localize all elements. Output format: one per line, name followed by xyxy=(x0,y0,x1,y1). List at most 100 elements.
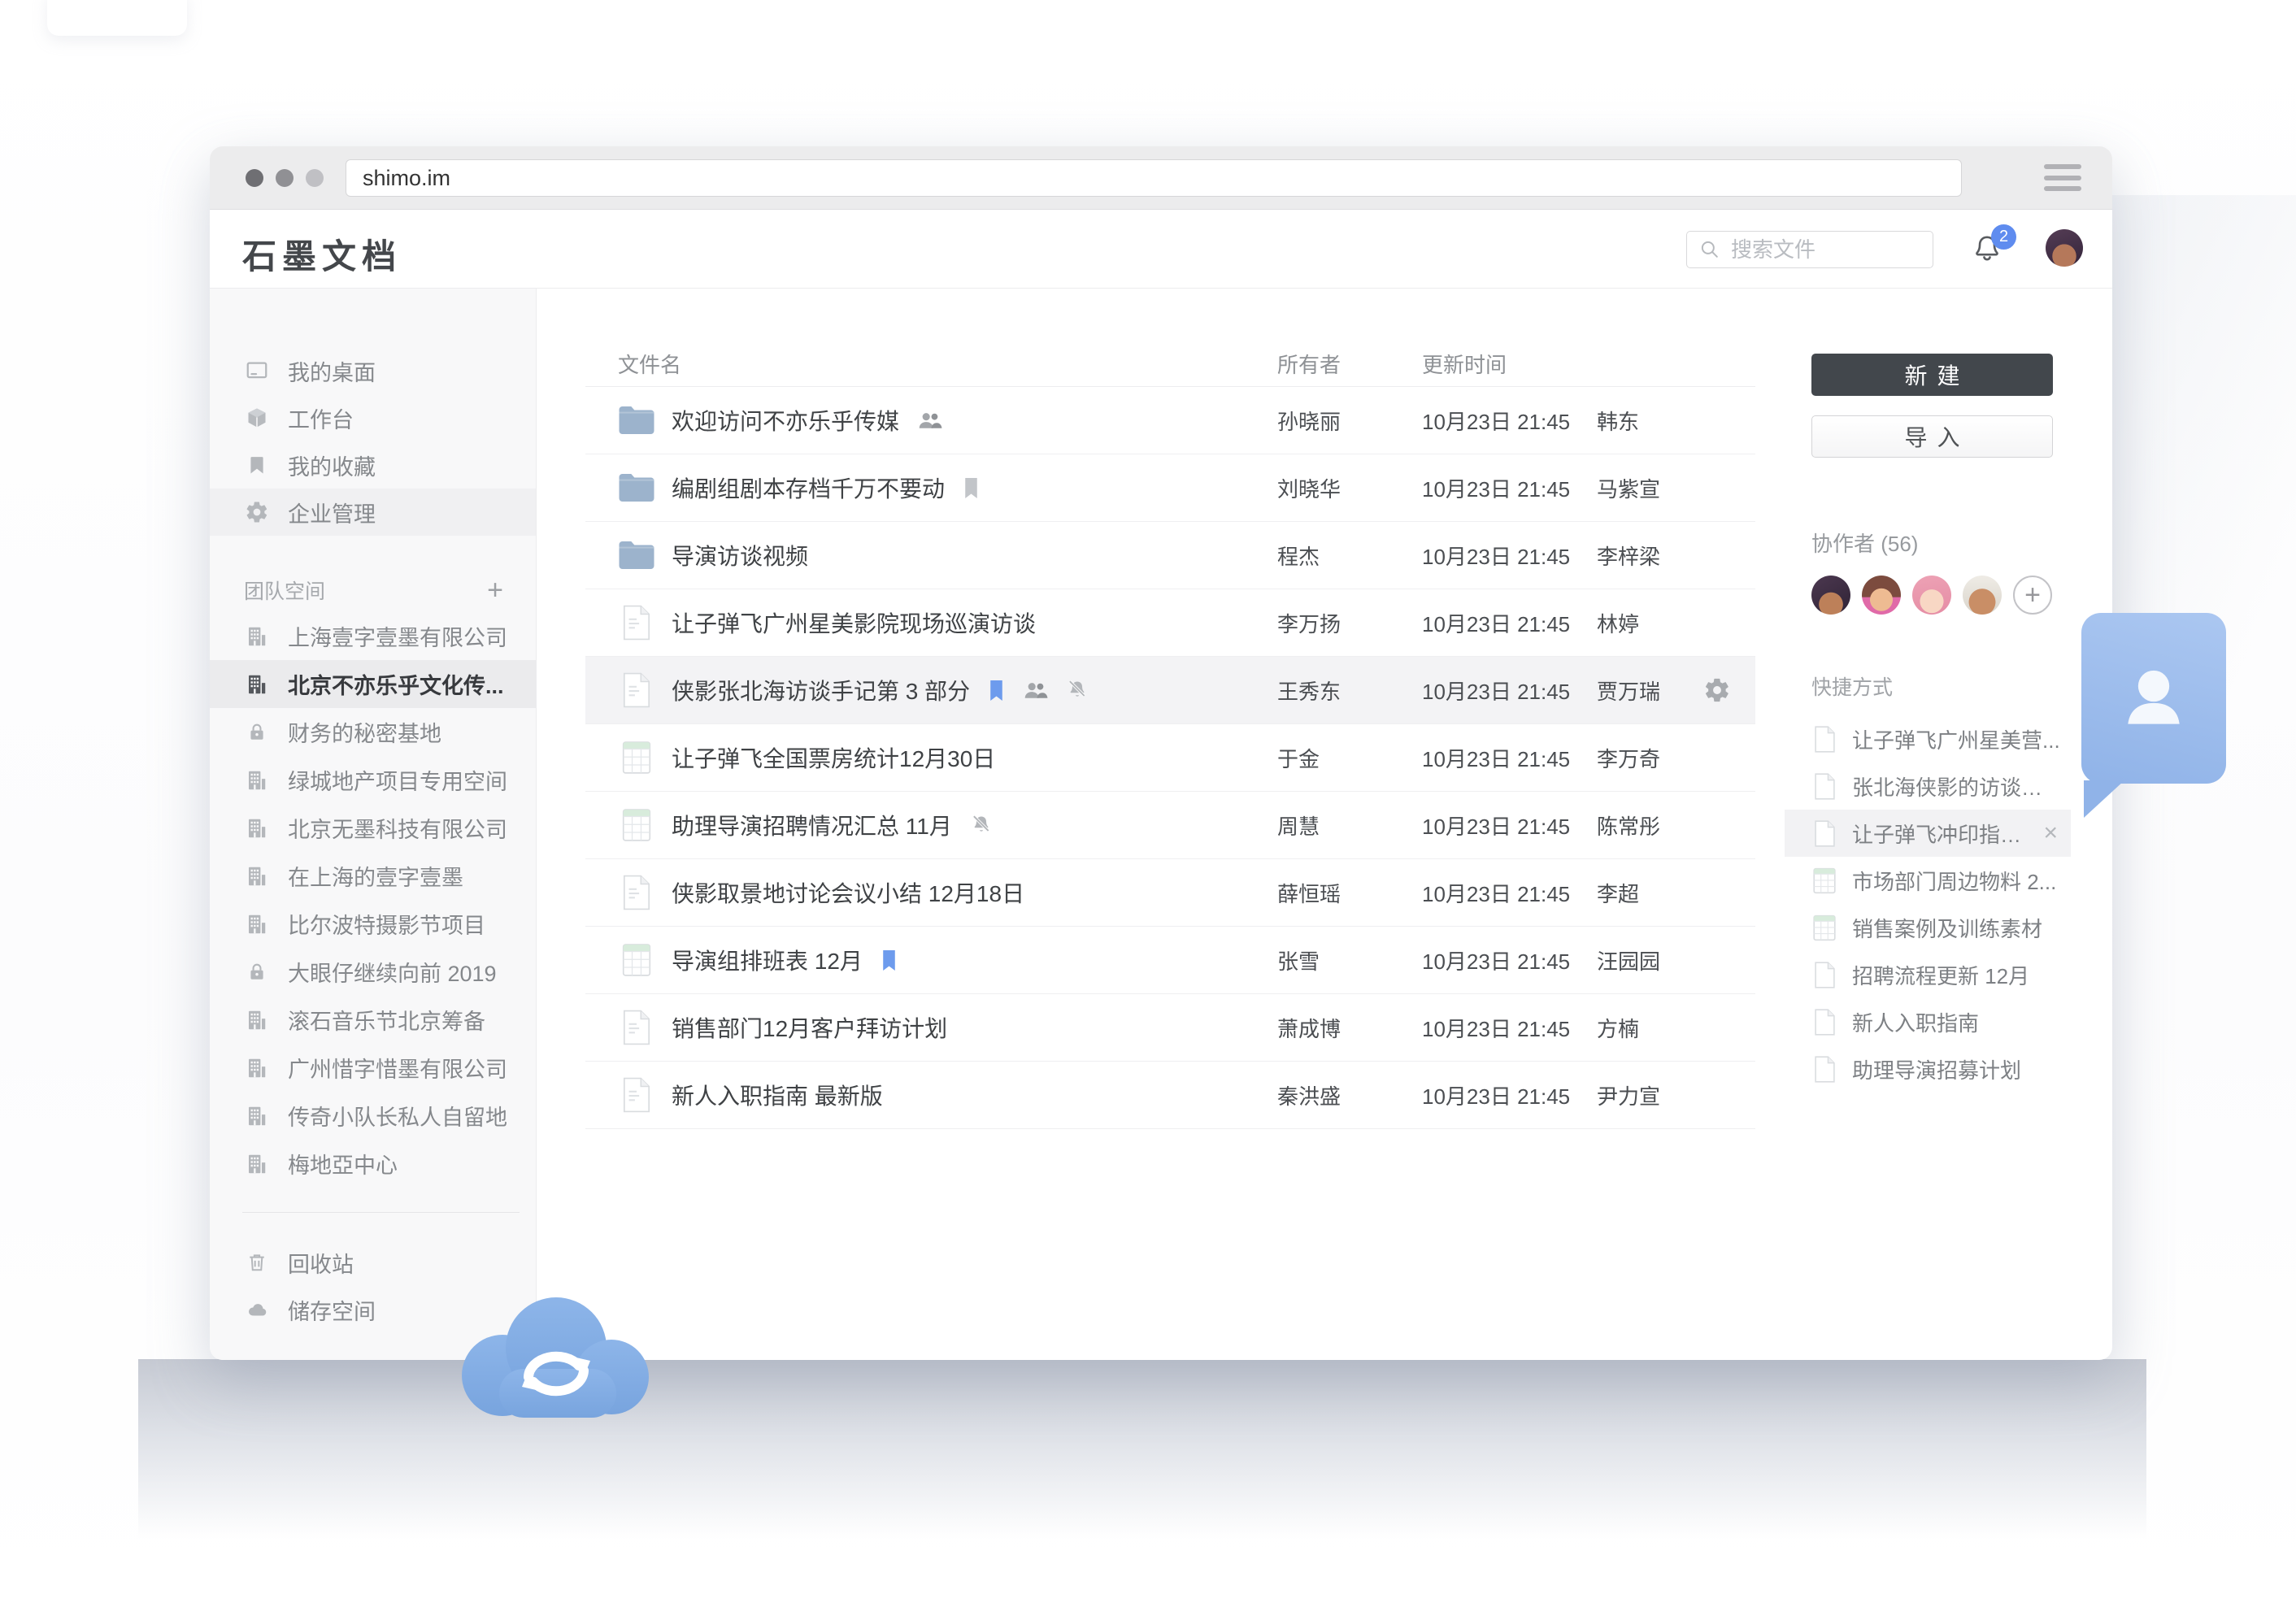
sidebar-team-item[interactable]: 比尔波特摄影节项目 xyxy=(210,900,536,948)
search-icon xyxy=(1698,238,1721,261)
import-button[interactable]: 导入 xyxy=(1811,415,2053,458)
file-name-cell: 让子弹飞广州星美影院现场巡演访谈 xyxy=(618,605,1277,641)
add-collaborator-button[interactable]: + xyxy=(2013,576,2052,615)
file-name-cell: 欢迎访问不亦乐乎传媒 xyxy=(618,402,1277,438)
sidebar-team-item[interactable]: 大眼仔继续向前 2019 xyxy=(210,948,536,996)
window-body: 我的桌面 工作台 我的收藏 企业管理 团队 xyxy=(210,289,2112,1360)
url-bar[interactable]: shimo.im xyxy=(346,159,1962,197)
file-row[interactable]: 导演组排班表 12月 xyxy=(585,927,1755,994)
search-input[interactable] xyxy=(1729,237,1933,263)
file-updated-time: 10月23日 21:45 xyxy=(1422,810,1597,841)
shortcut-item[interactable]: 招聘流程更新 12月 × xyxy=(1785,951,2071,998)
bookmark-gray-icon xyxy=(963,477,980,499)
file-row[interactable]: 让子弹飞全国票房统计12月30日 xyxy=(585,724,1755,792)
file-updated-time: 10月23日 21:45 xyxy=(1422,541,1597,571)
shortcut-item[interactable]: 助理导演招募计划 × xyxy=(1785,1045,2071,1093)
feedback-bubble[interactable] xyxy=(2081,613,2226,784)
close-icon[interactable]: × xyxy=(2043,819,2058,847)
sidebar-team-item[interactable]: 滚石音乐节北京筹备 xyxy=(210,996,536,1044)
file-editor: 韩东 xyxy=(1597,406,1723,436)
file-type-icon xyxy=(618,1010,655,1045)
file-row[interactable]: 侠影取景地讨论会议小结 12月18日 xyxy=(585,859,1755,927)
file-updated-time: 10月23日 21:45 xyxy=(1422,1080,1597,1110)
collaborator-avatar[interactable] xyxy=(1912,576,1951,615)
window-close-button[interactable] xyxy=(246,169,263,187)
sidebar-team-item[interactable]: 绿城地产项目专用空间 xyxy=(210,756,536,804)
sidebar-team-item[interactable]: 北京无墨科技有限公司 xyxy=(210,804,536,852)
file-editor: 陈常彤 xyxy=(1597,810,1723,841)
file-name-cell: 侠影取景地讨论会议小结 12月18日 xyxy=(618,875,1277,910)
folder-icon xyxy=(618,472,655,503)
shortcut-item[interactable]: 新人入职指南 × xyxy=(1785,998,2071,1045)
team-item-label: 财务的秘密基地 xyxy=(288,716,441,748)
building-icon xyxy=(244,767,270,793)
file-list: 文件名 所有者 更新时间 欢迎访问不亦乐乎传媒 xyxy=(585,341,1755,1129)
notifications-button[interactable]: 2 xyxy=(1969,231,2005,270)
building-icon xyxy=(244,863,270,889)
file-row[interactable]: 编剧组剧本存档千万不要动 xyxy=(585,454,1755,522)
collaborative-people-icon xyxy=(1023,680,1048,701)
new-button[interactable]: 新建 xyxy=(1811,354,2053,396)
sidebar-item-my-desktop[interactable]: 我的桌面 xyxy=(210,347,536,394)
file-name: 让子弹飞全国票房统计12月30日 xyxy=(672,741,995,774)
window-zoom-button[interactable] xyxy=(306,169,324,187)
file-row[interactable]: 新人入职指南 最新版 xyxy=(585,1062,1755,1129)
sync-cloud-button[interactable] xyxy=(441,1278,672,1437)
team-space-list: 上海壹字壹墨有限公司 xyxy=(210,612,536,1188)
building-icon xyxy=(244,1007,270,1033)
sidebar-divider xyxy=(242,1212,520,1213)
row-settings-gear-icon[interactable] xyxy=(1703,676,1731,704)
shortcut-item[interactable]: 销售案例及训练素材 × xyxy=(1785,904,2071,951)
collaborator-avatar[interactable] xyxy=(1963,576,2002,615)
file-editor: 李超 xyxy=(1597,878,1723,908)
collaborator-avatar[interactable] xyxy=(1811,576,1850,615)
sidebar-item-enterprise-admin[interactable]: 企业管理 xyxy=(210,489,536,536)
file-editor: 李梓梁 xyxy=(1597,541,1723,571)
shortcut-item[interactable]: 张北海侠影的访谈纪要 × xyxy=(1785,762,2071,810)
file-row[interactable]: 侠影张北海访谈手记第 3 部分 xyxy=(585,657,1755,724)
sidebar-item-favorites[interactable]: 我的收藏 xyxy=(210,441,536,489)
sidebar-team-item[interactable]: 财务的秘密基地 xyxy=(210,708,536,756)
file-type-icon xyxy=(618,402,655,438)
file-owner: 于金 xyxy=(1277,743,1422,773)
file-row[interactable]: 让子弹飞广州星美影院现场巡演访谈 xyxy=(585,589,1755,657)
sidebar-item-workbench[interactable]: 工作台 xyxy=(210,394,536,441)
sidebar-team-item[interactable]: 广州惜字惜墨有限公司 xyxy=(210,1044,536,1092)
add-team-space-icon[interactable]: + xyxy=(487,576,503,604)
file-row[interactable]: 欢迎访问不亦乐乎传媒 xyxy=(585,387,1755,454)
app-header: 石墨文档 2 xyxy=(210,210,2112,289)
folder-icon xyxy=(618,405,655,436)
file-owner: 周慧 xyxy=(1277,810,1422,841)
bookmark-blue-icon xyxy=(988,680,1005,702)
building-icon xyxy=(244,815,270,841)
app-logo: 石墨文档 xyxy=(242,229,402,279)
shortcut-item[interactable]: 让子弹飞冲印指南第... × xyxy=(1785,810,2071,857)
file-row[interactable]: 销售部门12月客户拜访计划 xyxy=(585,994,1755,1062)
sidebar-team-item[interactable]: 北京不亦乐乎文化传... xyxy=(210,660,536,708)
sidebar-team-item[interactable]: 在上海的壹字壹墨 xyxy=(210,852,536,900)
window-minimize-button[interactable] xyxy=(276,169,294,187)
sidebar-team-item[interactable]: 传奇小队长私人自留地 xyxy=(210,1092,536,1140)
shortcut-item[interactable]: 市场部门周边物料 2... × xyxy=(1785,857,2071,904)
search-box[interactable] xyxy=(1686,231,1933,268)
file-name-cell: 让子弹飞全国票房统计12月30日 xyxy=(618,740,1277,775)
team-item-label: 传奇小队长私人自留地 xyxy=(288,1100,507,1132)
file-editor: 马紫宣 xyxy=(1597,473,1723,503)
team-item-label: 广州惜字惜墨有限公司 xyxy=(288,1052,507,1084)
file-row[interactable]: 导演访谈视频 xyxy=(585,522,1755,589)
shortcut-item[interactable]: 让子弹飞广州星美营... × xyxy=(1785,715,2071,762)
doc-icon xyxy=(622,1077,651,1113)
sheet-icon xyxy=(622,943,651,977)
sidebar-team-item[interactable]: 上海壹字壹墨有限公司 xyxy=(210,612,536,660)
shortcut-label: 让子弹飞冲印指南第... xyxy=(1852,819,2029,849)
collaborator-avatar[interactable] xyxy=(1862,576,1901,615)
user-avatar[interactable] xyxy=(2046,229,2083,267)
file-row[interactable]: 助理导演招聘情况汇总 11月 xyxy=(585,792,1755,859)
browser-menu-icon[interactable] xyxy=(2044,164,2081,191)
file-name: 侠影取景地讨论会议小结 12月18日 xyxy=(672,876,1024,909)
sidebar-team-item[interactable]: 梅地亞中心 xyxy=(210,1140,536,1188)
file-name: 销售部门12月客户拜访计划 xyxy=(672,1011,947,1044)
file-updated-time: 10月23日 21:45 xyxy=(1422,676,1597,706)
file-name-cell: 助理导演招聘情况汇总 11月 xyxy=(618,807,1277,843)
sync-cloud-icon xyxy=(441,1278,672,1437)
